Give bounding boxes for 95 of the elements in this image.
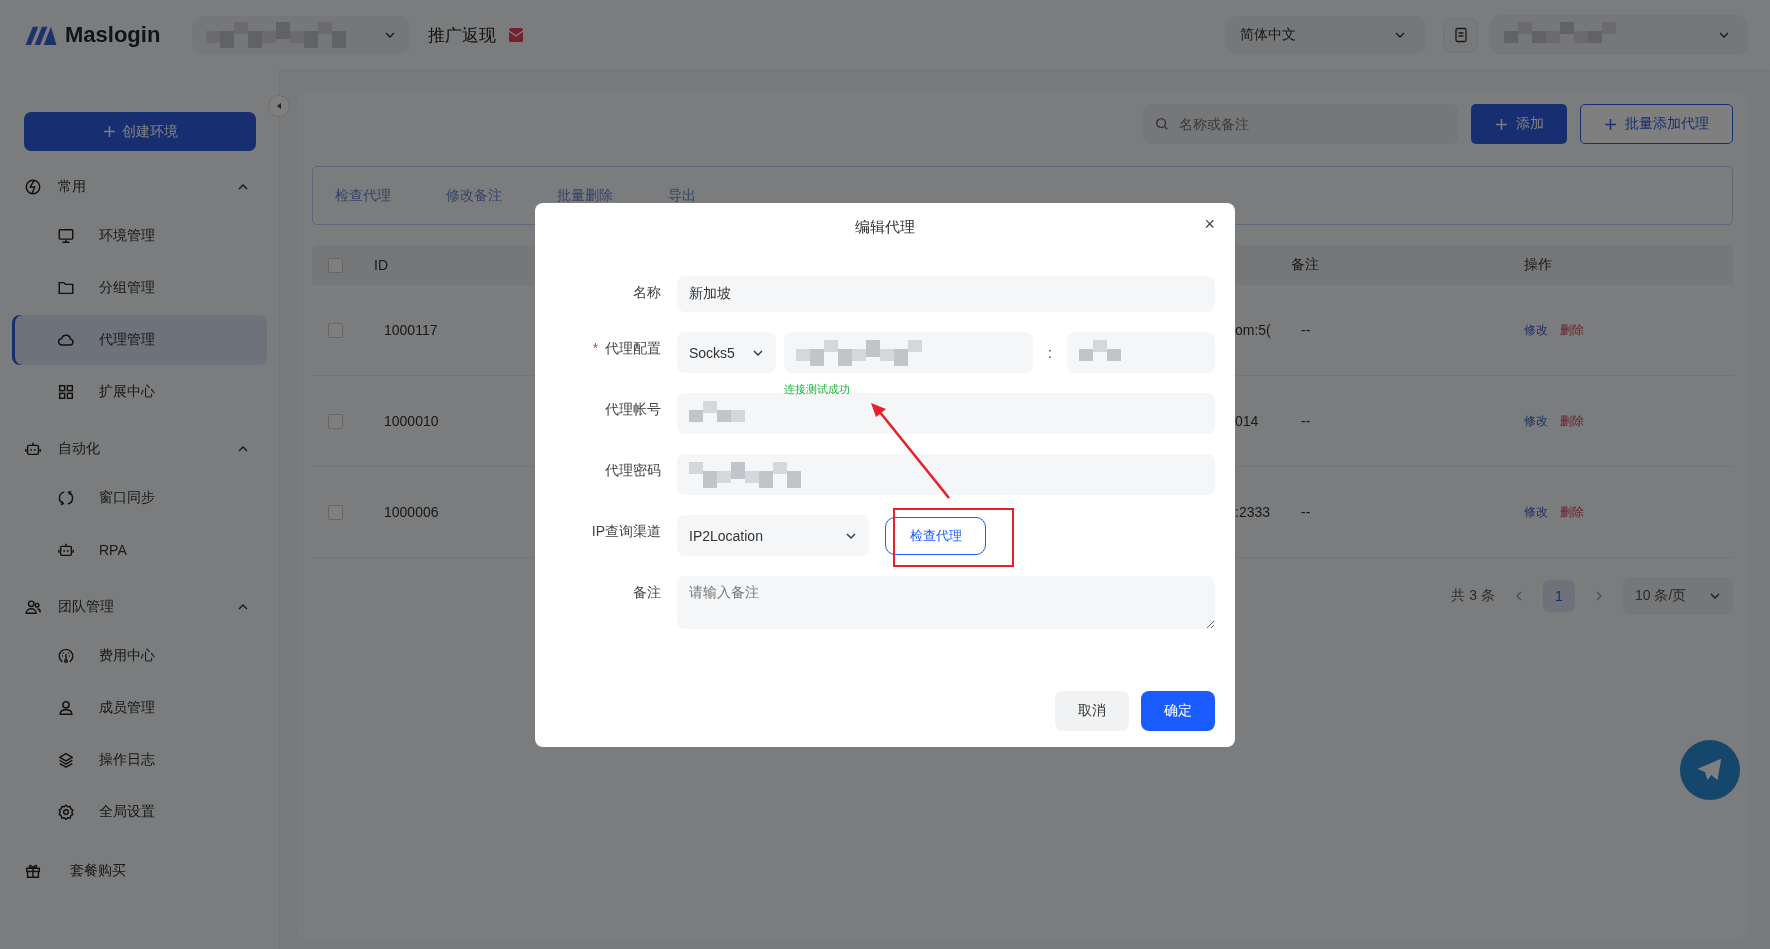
toolbar-action-link[interactable]: 导出 <box>668 186 696 205</box>
field-label: 代理密码 <box>605 462 661 478</box>
column-header: ID <box>373 257 389 273</box>
gift-icon <box>24 862 42 880</box>
nav-item[interactable]: RPA <box>12 525 267 575</box>
nav-section-header[interactable]: 自动化 <box>12 427 267 471</box>
delete-link[interactable]: 删除 <box>1560 503 1584 521</box>
close-button[interactable]: × <box>1200 215 1219 233</box>
page-size-select[interactable]: 10 条/页 <box>1623 577 1733 615</box>
collapse-sidebar-button[interactable] <box>268 95 290 117</box>
field-label: 名称 <box>633 284 661 300</box>
batch-add-button[interactable]: 批量添加代理 <box>1580 104 1733 144</box>
toolbar-action-link[interactable]: 检查代理 <box>335 186 391 205</box>
protocol-select[interactable]: Socks5 <box>677 332 776 373</box>
search-field[interactable]: 名称或备注 <box>1143 104 1458 144</box>
table-cell-text: 1000006 <box>383 504 439 520</box>
edit-link[interactable]: 修改 <box>1524 321 1548 339</box>
nav-item[interactable]: 费用中心 <box>12 631 267 681</box>
document-button[interactable] <box>1443 17 1478 53</box>
table-cell-text: 1000010 <box>383 413 439 429</box>
field-label: 代理配置 <box>605 340 661 356</box>
nav-item[interactable]: 分组管理 <box>12 263 267 313</box>
page-button[interactable]: 1 <box>1543 580 1575 612</box>
select-all-checkbox[interactable] <box>328 257 343 273</box>
delete-link[interactable]: 删除 <box>1560 321 1584 339</box>
check-proxy-button[interactable]: 检查代理 <box>885 516 986 555</box>
nav-item[interactable]: 代理管理 <box>12 315 267 365</box>
total-count: 共 3 条 <box>1451 587 1495 605</box>
refresh-icon <box>57 489 75 507</box>
row-checkbox[interactable] <box>328 413 343 429</box>
app-logo-text: Maslogin <box>65 22 161 48</box>
toolbar-action-link[interactable]: 修改备注 <box>446 186 502 205</box>
nav-item[interactable]: 环境管理 <box>12 211 267 261</box>
delete-link[interactable]: 删除 <box>1560 412 1584 430</box>
edit-link[interactable]: 修改 <box>1524 503 1548 521</box>
language-select[interactable]: 简体中文 <box>1226 16 1426 54</box>
dialog-title: 编辑代理 <box>855 218 915 237</box>
table-cell: om:5( <box>1235 322 1271 338</box>
plus-icon <box>1494 117 1508 131</box>
masked-input[interactable] <box>677 454 1215 495</box>
search-icon <box>1155 117 1169 131</box>
field-label: IP查询渠道 <box>591 523 661 539</box>
masked-input[interactable] <box>677 393 1215 434</box>
connection-status-text: 连接测试成功 <box>784 382 850 397</box>
envelope-icon <box>508 27 525 43</box>
table-cell-text: -- <box>1300 504 1311 520</box>
layers-icon <box>57 751 75 769</box>
workspace-select[interactable] <box>192 16 411 54</box>
plus-icon <box>102 125 116 138</box>
port-input[interactable] <box>1067 332 1215 373</box>
monitor-icon <box>57 227 75 245</box>
separator-colon: : <box>1047 344 1053 361</box>
confirm-button[interactable]: 确定 <box>1141 691 1215 731</box>
remark-textarea[interactable]: 请输入备注 <box>677 576 1215 629</box>
table-cell: :2333 <box>1235 504 1271 520</box>
table-cell-text: -- <box>1300 413 1311 429</box>
nav-item[interactable]: 成员管理 <box>12 683 267 733</box>
nav-item[interactable]: 全局设置 <box>12 787 267 837</box>
plus-icon <box>1604 117 1617 131</box>
table-cell: 014 <box>1235 413 1259 429</box>
nav-section-header[interactable]: 常用 <box>12 165 267 209</box>
required-asterisk: * <box>592 340 599 356</box>
edit-link[interactable]: 修改 <box>1524 412 1548 430</box>
table-cell-text: -- <box>1300 322 1311 338</box>
settings-icon <box>57 803 75 821</box>
nav-item[interactable]: 窗口同步 <box>12 473 267 523</box>
logo-icon <box>25 25 57 45</box>
nav-item[interactable]: 套餐购买 <box>12 849 267 893</box>
folder-icon <box>57 279 75 297</box>
add-button[interactable]: 添加 <box>1471 104 1567 144</box>
row-checkbox[interactable] <box>328 504 343 520</box>
robot-icon <box>57 541 75 559</box>
promo-link[interactable]: 推广返现 <box>428 23 497 47</box>
ip-channel-select[interactable]: IP2Location <box>677 515 869 556</box>
account-select[interactable] <box>1490 15 1748 55</box>
table-cell-text: 1000117 <box>383 322 438 338</box>
column-header: 备注 <box>1290 256 1320 274</box>
gauge-icon <box>57 647 75 665</box>
field-label: 备注 <box>633 584 661 600</box>
create-environment-button[interactable]: 创建环境 <box>24 112 256 151</box>
column-header: 操作 <box>1523 256 1553 274</box>
field-label: 代理帐号 <box>605 401 661 417</box>
nav-item[interactable]: 扩展中心 <box>12 367 267 417</box>
robot-icon <box>24 440 42 458</box>
cancel-button[interactable]: 取消 <box>1055 691 1129 731</box>
user-icon <box>57 699 75 717</box>
document-icon <box>1452 27 1469 43</box>
name-input[interactable]: 新加坡 <box>677 276 1215 312</box>
nav-item[interactable]: 操作日志 <box>12 735 267 785</box>
host-input[interactable] <box>784 332 1033 373</box>
row-checkbox[interactable] <box>328 322 343 338</box>
grid-icon <box>57 383 75 401</box>
users-icon <box>24 598 42 616</box>
nav-section-header[interactable]: 团队管理 <box>12 585 267 629</box>
toolbar-action-link[interactable]: 批量删除 <box>557 186 613 205</box>
